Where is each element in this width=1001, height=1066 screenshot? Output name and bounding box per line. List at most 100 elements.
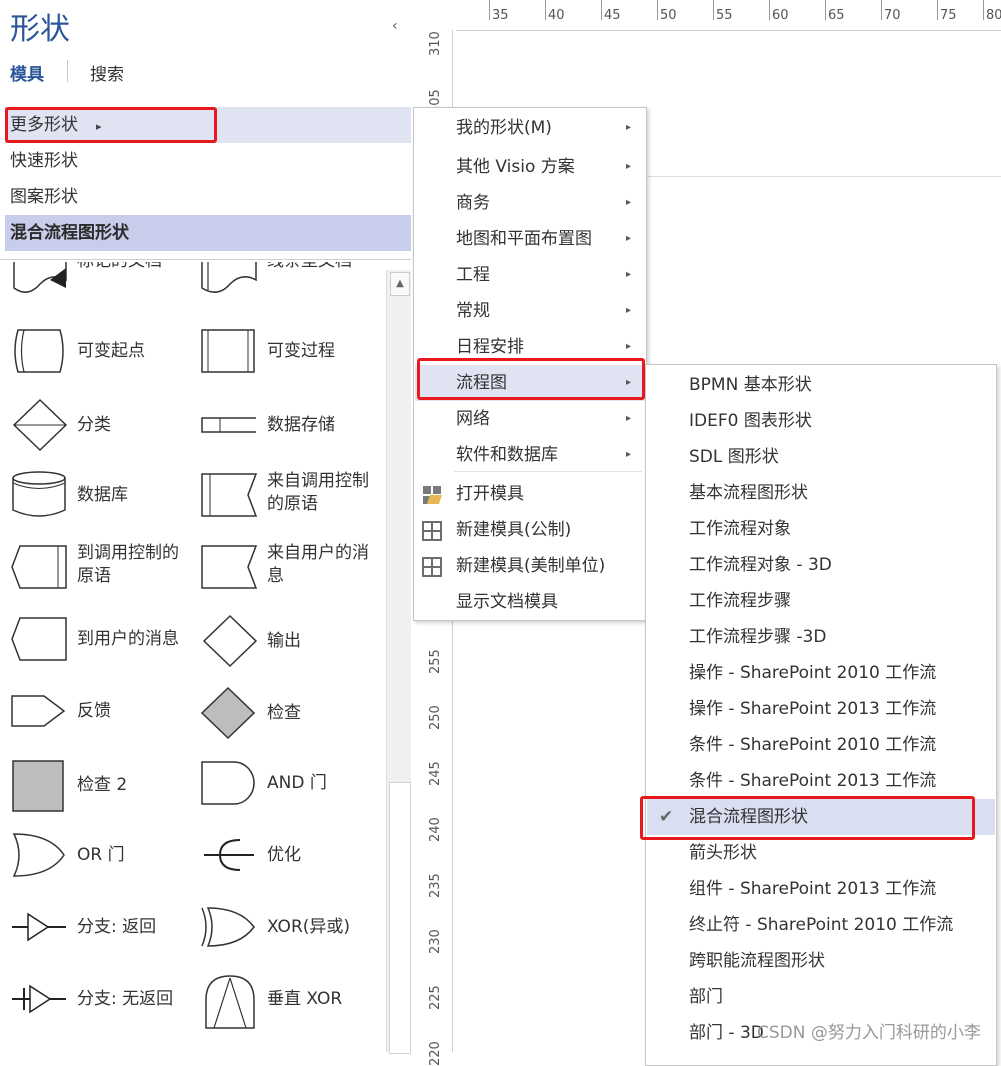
shape-label: OR 门 [77, 845, 125, 865]
submenu-item[interactable]: SDL 图形状 [647, 439, 995, 475]
submenu-item-label: BPMN 基本形状 [689, 375, 812, 395]
menu-item-new-stencil-us[interactable]: 新建模具(美制单位) [415, 548, 645, 584]
submenu-item-label: 操作 - SharePoint 2010 工作流 [689, 663, 937, 683]
output-icon [202, 614, 258, 668]
stencil-mixed-flowchart[interactable]: 混合流程图形状 [5, 215, 411, 251]
tab-search[interactable]: 搜索 [90, 60, 124, 85]
shapes-grid: 标记的文档 线条型文档 可变起点 可变过程 分类 数据存储 数据库 [0, 262, 385, 1052]
shape-item[interactable]: 分支: 返回 [0, 892, 185, 962]
ruler-tick: 50 [657, 0, 677, 23]
shapes-scrollbar[interactable]: ▲ [386, 270, 411, 1054]
scroll-up-icon[interactable]: ▲ [390, 272, 410, 296]
highlight-box-flowchart [417, 358, 645, 400]
check-icon [200, 686, 256, 740]
shape-item[interactable]: 优化 [190, 820, 375, 890]
ruler-tick: 55 [713, 0, 733, 23]
submenu-item[interactable]: 条件 - SharePoint 2010 工作流 [647, 727, 995, 763]
message-to-user-icon [11, 617, 67, 661]
submenu-item[interactable]: 工作流程对象 - 3D [647, 547, 995, 583]
shape-item[interactable]: 标记的文档 [0, 262, 185, 314]
chevron-right-icon: ▸ [625, 449, 631, 460]
menu-item-my-shapes[interactable]: 我的形状(M) ▸ [415, 110, 645, 146]
shape-item[interactable]: 分支: 无返回 [0, 964, 185, 1034]
ruler-tick: 80 [983, 0, 1001, 23]
menu-item-network[interactable]: 网络 ▸ [415, 401, 645, 437]
menu-item-label: 打开模具 [456, 484, 524, 504]
shape-label: 检查 2 [77, 775, 128, 795]
menu-item-label: 新建模具(公制) [456, 520, 572, 540]
submenu-item[interactable]: 工作流程步骤 -3D [647, 619, 995, 655]
ruler-tick: 70 [881, 0, 901, 23]
shape-item[interactable]: 线条型文档 [190, 262, 375, 314]
menu-item-engineering[interactable]: 工程 ▸ [415, 257, 645, 293]
shape-item[interactable]: AND 门 [190, 748, 375, 818]
shape-item[interactable]: 来自用户的消息 [190, 532, 375, 602]
shape-item[interactable]: 分类 [0, 388, 185, 458]
tab-stencils[interactable]: 模具 [10, 60, 44, 85]
menu-item-other-visio[interactable]: 其他 Visio 方案 ▸ [415, 149, 645, 185]
ruler-tick: 75 [937, 0, 957, 23]
shape-item[interactable]: 数据存储 [190, 388, 375, 458]
or-gate-icon [12, 833, 65, 877]
shape-item[interactable]: 数据库 [0, 460, 185, 530]
submenu-item[interactable]: 箭头形状 [647, 835, 995, 871]
shape-item[interactable]: 检查 2 [0, 748, 185, 818]
submenu-item-label: 工作流程步骤 -3D [689, 627, 827, 647]
shape-item[interactable]: 到调用控制的原语 [0, 532, 185, 602]
shape-item[interactable]: 可变起点 [0, 316, 185, 386]
submenu-item[interactable]: 工作流程对象 [647, 511, 995, 547]
shape-label: 垂直 XOR [267, 989, 343, 1009]
menu-item-business[interactable]: 商务 ▸ [415, 185, 645, 221]
chevron-right-icon: ▸ [625, 161, 631, 172]
submenu-item[interactable]: 条件 - SharePoint 2013 工作流 [647, 763, 995, 799]
menu-item-new-stencil-metric[interactable]: 新建模具(公制) [415, 512, 645, 548]
submenu-item[interactable]: 终止符 - SharePoint 2010 工作流 [647, 907, 995, 943]
flowchart-submenu: BPMN 基本形状 IDEF0 图表形状 SDL 图形状 基本流程图形状 工作流… [645, 364, 997, 1066]
submenu-item[interactable]: 操作 - SharePoint 2013 工作流 [647, 691, 995, 727]
menu-item-open-stencil[interactable]: 打开模具 [415, 476, 645, 512]
shape-item[interactable]: XOR(异或) [190, 892, 375, 962]
shape-label: 分支: 返回 [77, 917, 157, 937]
menu-item-software[interactable]: 软件和数据库 ▸ [415, 437, 645, 473]
submenu-item-label: IDEF0 图表形状 [689, 411, 812, 431]
menu-item-maps[interactable]: 地图和平面布置图 ▸ [415, 221, 645, 257]
submenu-item[interactable]: 基本流程图形状 [647, 475, 995, 511]
submenu-item[interactable]: 操作 - SharePoint 2010 工作流 [647, 655, 995, 691]
shape-item[interactable]: 垂直 XOR [190, 964, 375, 1034]
grid-icon [422, 557, 442, 577]
submenu-item[interactable]: IDEF0 图表形状 [647, 403, 995, 439]
menu-item-label: 新建模具(美制单位) [456, 556, 606, 576]
collapse-pane-icon[interactable]: ‹ [392, 18, 398, 34]
shape-item[interactable]: 输出 [190, 604, 375, 674]
scrollbar-thumb[interactable] [389, 782, 411, 1054]
and-gate-icon [201, 761, 255, 805]
shape-item[interactable]: 检查 [190, 676, 375, 746]
stencil-pattern-shapes[interactable]: 图案形状 [5, 179, 411, 215]
shape-item[interactable]: OR 门 [0, 820, 185, 890]
shape-item[interactable]: 到用户的消息 [0, 604, 185, 674]
menu-separator [454, 471, 642, 472]
shape-item[interactable]: 来自调用控制的原语 [190, 460, 375, 530]
submenu-item[interactable]: 部门 [647, 979, 995, 1015]
submenu-item[interactable]: 组件 - SharePoint 2013 工作流 [647, 871, 995, 907]
menu-item-show-document-stencil[interactable]: 显示文档模具 [415, 584, 645, 620]
ruler-tick: 310 [428, 31, 443, 56]
ruler-tick: 235 [428, 873, 443, 898]
stencil-quick-shapes[interactable]: 快速形状 [5, 143, 411, 179]
shape-label: 标记的文档 [77, 262, 162, 273]
submenu-item-label: 操作 - SharePoint 2013 工作流 [689, 699, 937, 719]
menu-item-label: 软件和数据库 [456, 445, 558, 465]
menu-item-general[interactable]: 常规 ▸ [415, 293, 645, 329]
chevron-right-icon: ▸ [625, 305, 631, 316]
ruler-tick: 230 [428, 929, 443, 954]
submenu-item[interactable]: 跨职能流程图形状 [647, 943, 995, 979]
shape-label: 可变起点 [77, 341, 145, 361]
submenu-item[interactable]: 工作流程步骤 [647, 583, 995, 619]
ruler-tick: 255 [428, 649, 443, 674]
submenu-item-label: SDL 图形状 [689, 447, 779, 467]
menu-item-label: 工程 [456, 265, 490, 285]
submenu-item[interactable]: BPMN 基本形状 [647, 367, 995, 403]
shape-item[interactable]: 反馈 [0, 676, 185, 746]
variable-process-icon [201, 329, 255, 373]
shape-item[interactable]: 可变过程 [190, 316, 375, 386]
